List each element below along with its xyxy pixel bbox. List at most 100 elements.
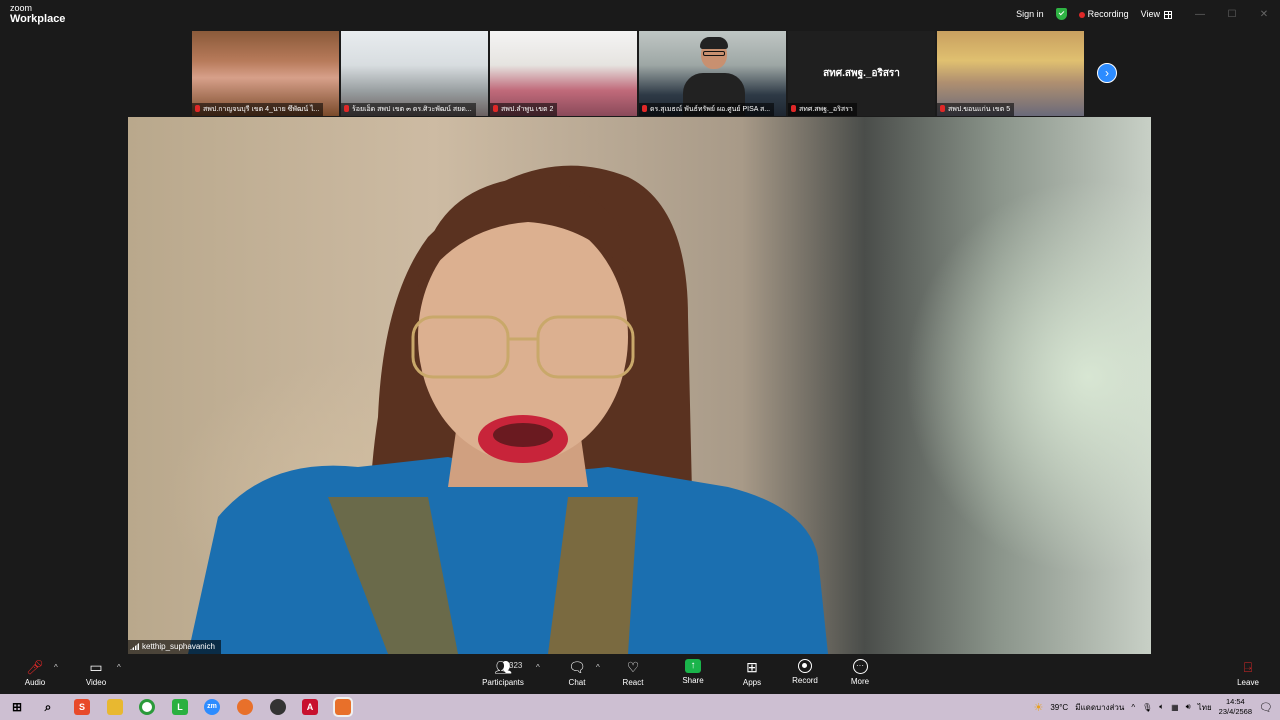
muted-mic-icon [791, 105, 796, 112]
recording-indicator[interactable]: Recording [1078, 9, 1129, 19]
zoom-logo: zoom Workplace [10, 4, 65, 25]
participant-tile[interactable]: สทศ.สพฐ._อริสรา สทศ.สพฐ._อริสรา [788, 31, 935, 116]
participant-tile[interactable]: ร้อยเอ็ด สพป เขต ๓ ดร.ศิวะพัฒน์ สยด... [341, 31, 488, 116]
participants-label: Participants [482, 678, 524, 687]
share-button[interactable]: ↑ Share [668, 659, 718, 685]
language-indicator[interactable]: ไทย [1198, 701, 1212, 714]
participant-count: 323 [509, 661, 523, 670]
participant-strip: สพป.กาญจนบุรี เขต 4_นาย ซึพัฒน์ ไ... ร้อ… [192, 31, 1084, 116]
more-button[interactable]: ··· More [835, 659, 885, 686]
title-bar: zoom Workplace Sign in Recording View — … [0, 0, 1280, 30]
view-button[interactable]: View [1141, 9, 1172, 19]
meeting-toolbar: 🎤︎ Audio ^ ▭ Video ^ 👥︎ 323 Participants… [0, 655, 1280, 694]
muted-mic-icon [195, 105, 200, 112]
muted-mic-icon [642, 105, 647, 112]
recording-label: Recording [1087, 9, 1129, 19]
share-arrow-icon: ↑ [685, 659, 701, 673]
participant-tile[interactable]: สพป.ขอนแก่น เขต 5 [937, 31, 1084, 116]
close-icon[interactable]: ✕ [1248, 9, 1280, 20]
clock[interactable]: 14:54 23/4/2568 [1219, 697, 1252, 717]
audio-button[interactable]: 🎤︎ Audio ^ [10, 659, 60, 687]
network-icon[interactable]: ▦ [1171, 703, 1179, 712]
more-dots-icon: ··· [852, 659, 868, 674]
muted-mic-icon [940, 105, 945, 112]
muted-mic-icon [344, 105, 349, 112]
windows-start-icon[interactable]: ⊞ [9, 699, 25, 715]
video-camera-icon: ▭ [89, 659, 103, 675]
participant-tile[interactable]: ดร.สุเมธณ์ พันธ์ทรัพย์ ผอ.ศูนย์ PISA ส..… [639, 31, 786, 116]
logo-big-text: Workplace [10, 13, 66, 25]
speaker-name-tag: ketthip_suphavanich [128, 640, 221, 654]
participant-name-label: สทศ.สพฐ._อริสรา [788, 103, 857, 116]
record-icon [798, 659, 812, 673]
view-label: View [1140, 9, 1160, 19]
active-app-icon[interactable] [333, 697, 353, 717]
zoom-app-icon[interactable]: zm [204, 699, 220, 715]
heart-icon: ♡ [626, 659, 640, 675]
speaker-video-feed [188, 165, 828, 654]
participant-name-label: ร้อยเอ็ด สพป เขต ๓ ดร.ศิวะพัฒน์ สยด... [341, 103, 476, 116]
speaker-name: ketthip_suphavanich [142, 642, 215, 651]
next-page-chevron-icon[interactable]: › [1097, 63, 1117, 83]
microphone-icon[interactable]: 🎙︎ [1142, 703, 1152, 712]
chat-button[interactable]: 🗨︎ Chat ^ [552, 659, 602, 687]
apps-label: Apps [742, 678, 762, 687]
firefox-icon[interactable] [237, 699, 253, 715]
notification-icon[interactable]: 🗨︎ [1259, 701, 1273, 714]
app-s-icon[interactable]: S [74, 699, 90, 715]
logo-small-text: zoom [10, 3, 33, 13]
share-label: Share [682, 676, 704, 685]
maximize-icon[interactable]: ☐ [1216, 9, 1248, 20]
video-options-chevron-icon[interactable]: ^ [117, 663, 121, 672]
signal-bars-icon [130, 643, 139, 650]
clock-time: 14:54 [1225, 697, 1245, 706]
speaker-volume-icon[interactable]: 🔈︎ [1159, 702, 1164, 712]
participant-tile[interactable]: สพป.ลำพูน เขต 2 [490, 31, 637, 116]
security-shield-icon[interactable] [1055, 8, 1067, 20]
participants-button[interactable]: 👥︎ 323 Participants ^ [478, 659, 540, 687]
minimize-icon[interactable]: — [1184, 9, 1216, 20]
grid-icon [1164, 10, 1172, 19]
record-button[interactable]: Record [780, 659, 830, 685]
apps-button[interactable]: ⊞ Apps [727, 659, 777, 687]
react-button[interactable]: ♡ React [608, 659, 658, 687]
video-button[interactable]: ▭ Video ^ [71, 659, 121, 687]
chrome-icon[interactable] [139, 699, 155, 715]
leave-button[interactable]: ⍈ Leave [1223, 659, 1273, 687]
recording-dot-icon [1078, 11, 1085, 18]
audio-options-chevron-icon[interactable]: ^ [54, 663, 58, 672]
search-icon[interactable]: ⌕ [40, 699, 56, 715]
system-tray: ☀ 39°C มีแดดบางส่วน ^ 🎙︎ 🔈︎ ▦ 🔊︎ ไทย 14:… [1033, 694, 1280, 720]
acrobat-icon[interactable]: A [302, 699, 318, 715]
app-circle-icon[interactable] [270, 699, 286, 715]
sign-in-link[interactable]: Sign in [1016, 9, 1044, 19]
audio-label: Audio [24, 678, 46, 687]
main-speaker-video: ketthip_suphavanich [128, 117, 1151, 654]
weather-desc[interactable]: มีแดดบางส่วน [1075, 701, 1124, 714]
participant-name-label: สพป.ขอนแก่น เขต 5 [937, 103, 1015, 116]
participant-name-label: สพป.ลำพูน เขต 2 [490, 103, 558, 116]
record-label: Record [792, 676, 818, 685]
line-app-icon[interactable]: L [172, 699, 188, 715]
participant-display-name: สทศ.สพฐ._อริสรา [823, 68, 900, 79]
chat-icon: 🗨︎ [568, 659, 586, 675]
leave-icon: ⍈ [1243, 659, 1253, 675]
file-explorer-icon[interactable] [107, 699, 123, 715]
apps-icon: ⊞ [746, 659, 758, 675]
volume-icon[interactable]: 🔊︎ [1186, 702, 1191, 712]
clock-date: 23/4/2568 [1218, 707, 1253, 716]
weather-temp[interactable]: 39°C [1050, 703, 1068, 712]
chevron-up-icon[interactable]: ^ [1131, 703, 1135, 712]
chat-options-chevron-icon[interactable]: ^ [596, 663, 600, 672]
window-controls: — ☐ ✕ [1184, 9, 1280, 20]
windows-taskbar: ⊞ ⌕ S L zm A ☀ 39°C มีแดดบางส่วน ^ 🎙︎ 🔈︎… [0, 694, 1280, 720]
react-label: React [622, 678, 644, 687]
participant-tile[interactable]: สพป.กาญจนบุรี เขต 4_นาย ซึพัฒน์ ไ... [192, 31, 339, 116]
leave-label: Leave [1237, 678, 1259, 687]
participants-options-chevron-icon[interactable]: ^ [536, 663, 540, 672]
participant-name-label: สพป.กาญจนบุรี เขต 4_นาย ซึพัฒน์ ไ... [192, 103, 324, 116]
video-label: Video [85, 678, 107, 687]
more-label: More [850, 677, 870, 686]
muted-mic-icon [493, 105, 498, 112]
participant-name-label: ดร.สุเมธณ์ พันธ์ทรัพย์ ผอ.ศูนย์ PISA ส..… [639, 103, 775, 116]
